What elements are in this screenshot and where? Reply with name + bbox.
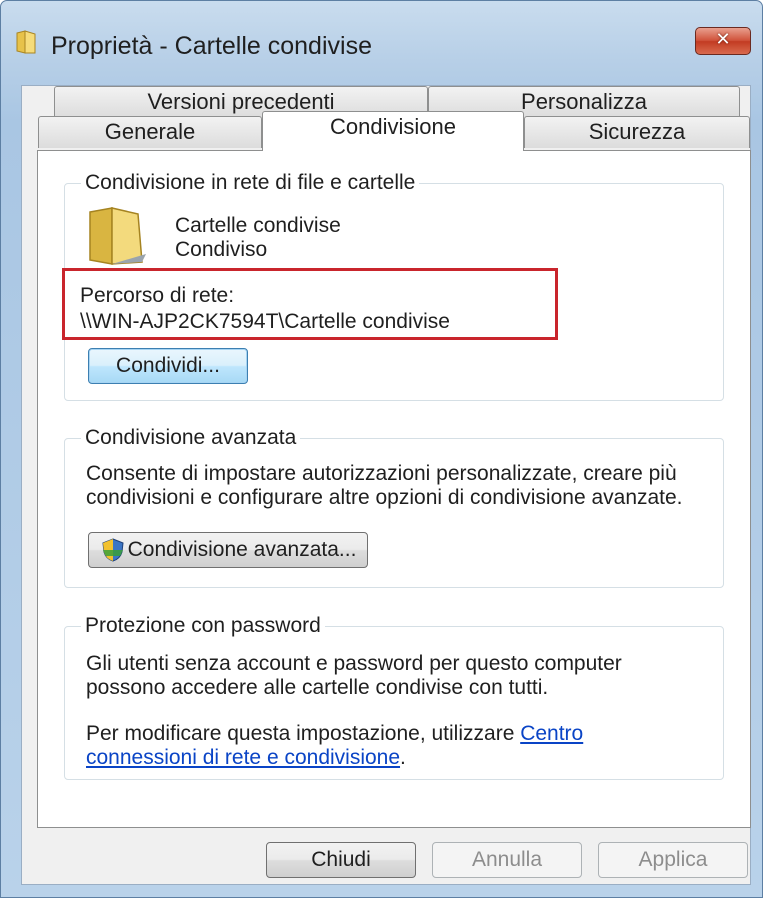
cancel-label: Annulla (471, 848, 543, 871)
tab-label: Generale (104, 119, 196, 144)
close-dialog-button[interactable]: Chiudi (266, 842, 416, 878)
share-button-label: Condividi... (116, 354, 220, 377)
password-change-line2: connessioni di rete e condivisione. (86, 746, 406, 770)
window-title: Proprietà - Cartelle condivise (51, 32, 372, 60)
network-center-link-cont[interactable]: connessioni di rete e condivisione (86, 746, 400, 769)
password-info-line1: Gli utenti senza account e password per … (86, 652, 622, 675)
folder-icon (16, 30, 36, 54)
title-bar[interactable]: Proprietà - Cartelle condivise ✕ (1, 1, 762, 61)
share-status: Condiviso (175, 238, 268, 261)
password-change-text: Per modificare questa impostazione, util… (86, 722, 521, 745)
group-title: Protezione con password (81, 614, 325, 638)
advanced-description-line2: condivisioni e configurare altre opzioni… (86, 486, 683, 509)
share-button[interactable]: Condividi... (88, 348, 248, 384)
tab-condivisione[interactable]: Condivisione (262, 111, 524, 151)
password-info-line2: possono accedere alle cartelle condivise… (86, 676, 549, 699)
advanced-description-line1: Consente di impostare autorizzazioni per… (86, 462, 677, 485)
cancel-button[interactable]: Annulla (432, 842, 582, 878)
group-title: Condivisione in rete di file e cartelle (81, 171, 420, 195)
folder-name: Cartelle condivise (175, 214, 341, 237)
tab-sicurezza[interactable]: Sicurezza (524, 116, 750, 148)
close-button[interactable]: ✕ (695, 27, 751, 55)
close-icon: ✕ (715, 29, 731, 49)
shield-icon (102, 538, 124, 562)
tab-label: Personalizza (521, 89, 647, 114)
advanced-sharing-button-label: Condivisione avanzata... (127, 538, 357, 561)
period-text: . (400, 746, 406, 769)
tab-label: Sicurezza (588, 119, 686, 144)
advanced-sharing-button[interactable]: Condivisione avanzata... (88, 532, 368, 568)
tab-generale[interactable]: Generale (38, 116, 262, 148)
group-title: Condivisione avanzata (81, 426, 301, 450)
apply-button[interactable]: Applica (598, 842, 748, 878)
tab-label: Condivisione (330, 114, 456, 139)
password-change-line: Per modificare questa impostazione, util… (86, 722, 583, 746)
close-dialog-label: Chiudi (311, 848, 371, 871)
apply-label: Applica (638, 848, 708, 871)
highlight-box (62, 268, 558, 340)
folder-icon (89, 207, 146, 265)
network-center-link[interactable]: Centro (520, 722, 583, 745)
